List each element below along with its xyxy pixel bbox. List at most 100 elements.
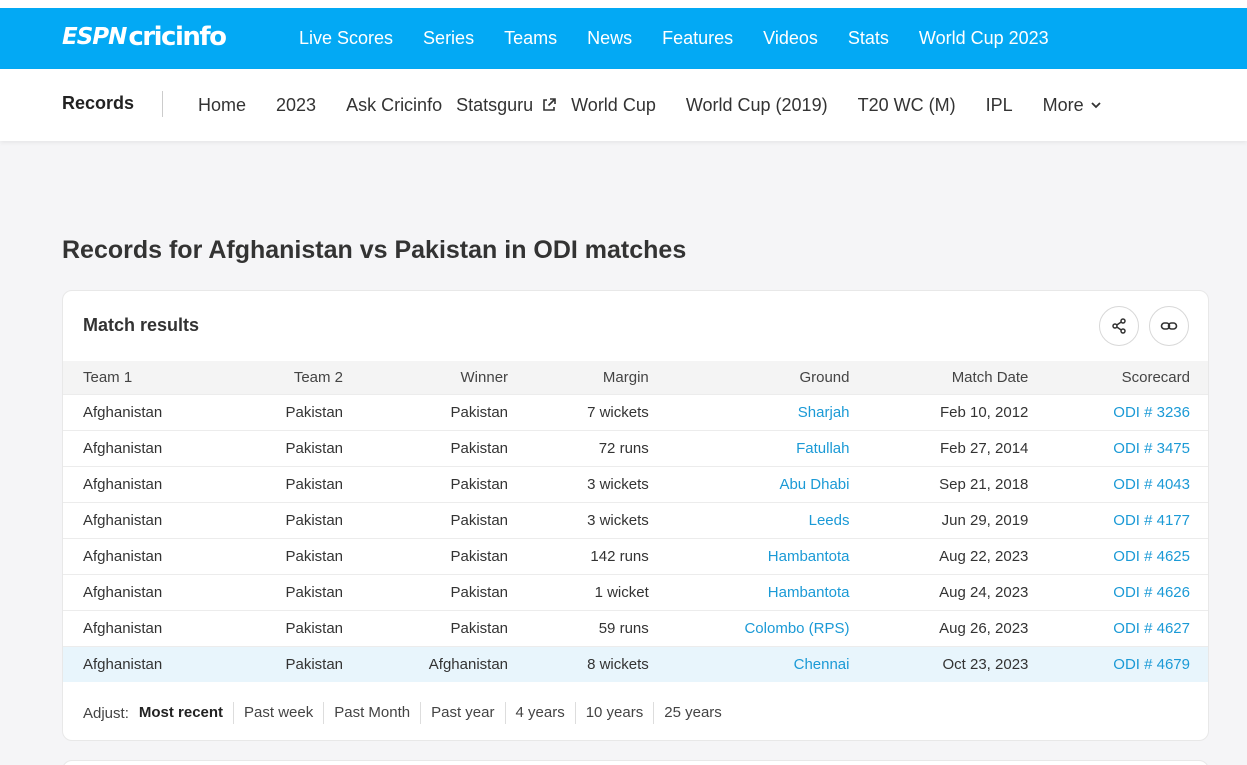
col-team-1: Team 1	[63, 361, 229, 394]
match-results-table: Team 1 Team 2 Winner Margin Ground Match…	[63, 361, 1208, 682]
adjust-past-month[interactable]: Past Month	[323, 702, 420, 724]
topnav-teams[interactable]: Teams	[504, 28, 557, 49]
cell-scorecard-link[interactable]: ODI # 4625	[1048, 537, 1208, 574]
subnav-more-label: More	[1042, 94, 1084, 115]
cell-ground-link[interactable]: Abu Dhabi	[668, 465, 870, 502]
adjust-past-week[interactable]: Past week	[233, 702, 323, 724]
cell-team-1: Afghanistan	[63, 573, 229, 610]
cell-match-date: Aug 24, 2023	[869, 573, 1049, 610]
cell-match-date: Aug 22, 2023	[869, 537, 1049, 574]
cell-margin: 59 runs	[528, 609, 669, 646]
cell-match-date: Aug 26, 2023	[869, 609, 1049, 646]
cell-margin: 142 runs	[528, 537, 669, 574]
logo-espn: ESPN	[62, 24, 127, 50]
cell-ground-link[interactable]: Hambantota	[668, 537, 870, 574]
cell-scorecard-link[interactable]: ODI # 4626	[1048, 573, 1208, 610]
subnav-statsguru[interactable]: Statsguru	[456, 95, 557, 116]
cell-winner: Pakistan	[363, 573, 529, 610]
cell-scorecard-link[interactable]: ODI # 3475	[1048, 429, 1208, 466]
subnav-ask-cricinfo[interactable]: Ask Cricinfo	[346, 95, 442, 116]
cell-winner: Afghanistan	[363, 645, 529, 682]
cell-ground-link[interactable]: Chennai	[668, 645, 870, 682]
table-row: Afghanistan Pakistan Pakistan 3 wickets …	[63, 465, 1208, 502]
adjust-4-years[interactable]: 4 years	[504, 702, 575, 724]
topnav-news[interactable]: News	[587, 28, 632, 49]
records-subnav: Records Home 2023 Ask Cricinfo Statsguru…	[0, 69, 1247, 141]
adjust-most-recent[interactable]: Most recent	[139, 702, 233, 724]
subnav-title[interactable]: Records	[62, 93, 134, 114]
share-button[interactable]	[1099, 306, 1139, 346]
adjust-10-years[interactable]: 10 years	[574, 702, 654, 724]
cell-ground-link[interactable]: Fatullah	[668, 429, 870, 466]
cell-team-2: Pakistan	[228, 501, 364, 538]
cell-margin: 7 wickets	[528, 393, 669, 430]
cell-ground-link[interactable]: Leeds	[668, 501, 870, 538]
cell-scorecard-link[interactable]: ODI # 4679	[1048, 645, 1208, 682]
subnav-world-cup[interactable]: World Cup	[571, 95, 656, 116]
cell-winner: Pakistan	[363, 465, 529, 502]
cell-team-2: Pakistan	[228, 645, 364, 682]
table-row-highlighted: Afghanistan Pakistan Afghanistan 8 wicke…	[63, 645, 1208, 682]
topnav-stats[interactable]: Stats	[848, 28, 889, 49]
cell-winner: Pakistan	[363, 537, 529, 574]
col-winner: Winner	[363, 361, 529, 394]
adjust-label: Adjust:	[83, 704, 129, 722]
next-card-edge	[62, 760, 1209, 765]
cell-scorecard-link[interactable]: ODI # 4177	[1048, 501, 1208, 538]
cell-team-1: Afghanistan	[63, 645, 229, 682]
cell-team-1: Afghanistan	[63, 537, 229, 574]
topnav-world-cup-2023[interactable]: World Cup 2023	[919, 28, 1049, 49]
chevron-down-icon	[1090, 99, 1102, 111]
top-navigation: ESPN cricinfo Live Scores Series Teams N…	[0, 8, 1247, 69]
cell-scorecard-link[interactable]: ODI # 3236	[1048, 393, 1208, 430]
adjust-25-years[interactable]: 25 years	[653, 702, 732, 724]
topnav-series[interactable]: Series	[423, 28, 474, 49]
subnav-2023[interactable]: 2023	[276, 95, 316, 116]
cell-winner: Pakistan	[363, 393, 529, 430]
cell-scorecard-link[interactable]: ODI # 4043	[1048, 465, 1208, 502]
share-icon	[1112, 318, 1126, 334]
topnav-live-scores[interactable]: Live Scores	[299, 28, 393, 49]
cell-team-2: Pakistan	[228, 465, 364, 502]
cell-ground-link[interactable]: Hambantota	[668, 573, 870, 610]
adjust-past-year[interactable]: Past year	[420, 702, 504, 724]
table-row: Afghanistan Pakistan Pakistan 72 runs Fa…	[63, 429, 1208, 466]
table-row: Afghanistan Pakistan Pakistan 59 runs Co…	[63, 609, 1208, 646]
cell-team-1: Afghanistan	[63, 429, 229, 466]
subnav-world-cup-2019[interactable]: World Cup (2019)	[686, 95, 828, 116]
espncricinfo-logo[interactable]: ESPN cricinfo	[62, 22, 227, 52]
cell-margin: 3 wickets	[528, 501, 669, 538]
col-ground: Ground	[668, 361, 870, 394]
cell-team-2: Pakistan	[228, 609, 364, 646]
cell-winner: Pakistan	[363, 429, 529, 466]
subnav-ipl[interactable]: IPL	[986, 95, 1013, 116]
topnav-features[interactable]: Features	[662, 28, 733, 49]
subnav-more[interactable]: More	[1043, 95, 1102, 116]
link-icon	[1160, 322, 1178, 330]
top-strip	[0, 0, 1247, 8]
copy-link-button[interactable]	[1149, 306, 1189, 346]
topnav-videos[interactable]: Videos	[763, 28, 818, 49]
table-row: Afghanistan Pakistan Pakistan 142 runs H…	[63, 537, 1208, 574]
cell-margin: 1 wicket	[528, 573, 669, 610]
cell-winner: Pakistan	[363, 501, 529, 538]
page-title: Records for Afghanistan vs Pakistan in O…	[62, 236, 687, 264]
cell-team-1: Afghanistan	[63, 501, 229, 538]
cell-team-2: Pakistan	[228, 393, 364, 430]
cell-scorecard-link[interactable]: ODI # 4627	[1048, 609, 1208, 646]
cell-winner: Pakistan	[363, 609, 529, 646]
table-row: Afghanistan Pakistan Pakistan 3 wickets …	[63, 501, 1208, 538]
subnav-items: Home 2023 Ask Cricinfo Statsguru World C…	[198, 69, 1132, 141]
subnav-home[interactable]: Home	[198, 95, 246, 116]
table-header-row: Team 1 Team 2 Winner Margin Ground Match…	[63, 361, 1208, 394]
cell-team-2: Pakistan	[228, 537, 364, 574]
table-row: Afghanistan Pakistan Pakistan 7 wickets …	[63, 393, 1208, 430]
cell-ground-link[interactable]: Sharjah	[668, 393, 870, 430]
cell-match-date: Feb 27, 2014	[869, 429, 1049, 466]
cell-ground-link[interactable]: Colombo (RPS)	[668, 609, 870, 646]
table-row: Afghanistan Pakistan Pakistan 1 wicket H…	[63, 573, 1208, 610]
cell-team-2: Pakistan	[228, 573, 364, 610]
adjust-filter: Adjust: Most recent Past week Past Month…	[83, 702, 732, 724]
subnav-t20-wc-men[interactable]: T20 WC (M)	[858, 95, 956, 116]
cell-margin: 3 wickets	[528, 465, 669, 502]
